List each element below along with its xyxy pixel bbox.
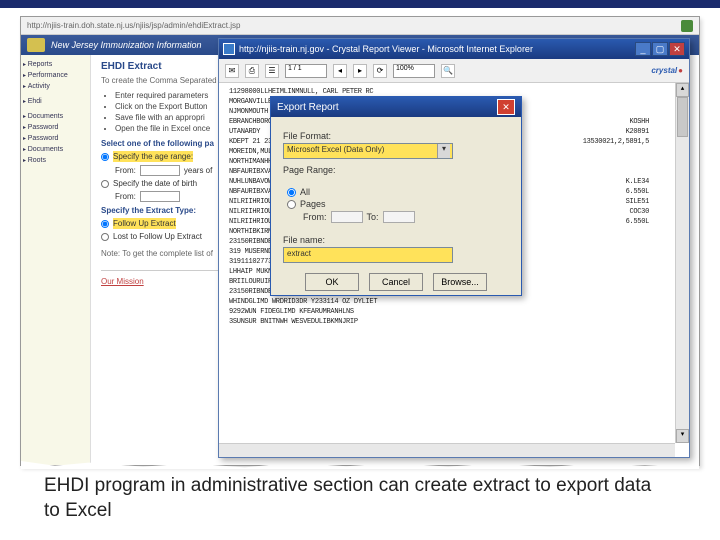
- refresh-icon[interactable]: ⟳: [373, 64, 387, 78]
- sidebar-item[interactable]: Performance: [23, 70, 88, 81]
- sidebar-item[interactable]: Password: [23, 122, 88, 133]
- slide-topbar: [0, 0, 720, 8]
- specify-age: Specify the age range:: [113, 151, 193, 162]
- page-indicator[interactable]: 1 / 1: [285, 64, 327, 78]
- range-to-input[interactable]: [383, 211, 415, 223]
- scroll-up-arrow[interactable]: ▴: [676, 83, 689, 97]
- range-pages-radio[interactable]: [287, 200, 296, 209]
- range-pages-label: Pages: [300, 199, 326, 209]
- range-to-label: To:: [367, 212, 379, 222]
- from-label: From:: [115, 166, 136, 175]
- followup-radio[interactable]: [101, 220, 109, 228]
- sidebar-item[interactable]: Documents: [23, 144, 88, 155]
- specify-dob: Specify the date of birth: [113, 179, 197, 188]
- sidebar-item[interactable]: Ehdi: [23, 96, 88, 107]
- maximize-button[interactable]: ▢: [652, 42, 668, 56]
- crystal-logo: crystal: [651, 66, 683, 75]
- range-all-radio[interactable]: [287, 188, 296, 197]
- report-line: 9292WUN FIDEGLIMD KFEARUMRANHLNS: [229, 307, 683, 317]
- crv-toolbar: ✉ ⎙ ☰ 1 / 1 ◂ ▸ ⟳ 100% 🔍 crystal: [219, 59, 689, 83]
- browse-button[interactable]: Browse...: [433, 273, 487, 291]
- from-label2: From:: [115, 192, 136, 201]
- range-from-label: From:: [303, 212, 327, 222]
- address-bar[interactable]: http://njiis-train.doh.state.nj.us/njiis…: [21, 17, 699, 35]
- slide-caption: EHDI program in administrative section c…: [44, 473, 660, 524]
- dob-from-input[interactable]: [140, 191, 180, 202]
- address-text: http://njiis-train.doh.state.nj.us/njiis…: [27, 21, 240, 30]
- horizontal-scrollbar[interactable]: [219, 443, 675, 457]
- close-button[interactable]: ✕: [669, 42, 685, 56]
- lost-radio[interactable]: [101, 233, 109, 241]
- format-dropdown[interactable]: Microsoft Excel (Data Only): [283, 143, 453, 159]
- sidebar-item[interactable]: Documents: [23, 111, 88, 122]
- minimize-button[interactable]: _: [635, 42, 651, 56]
- lost-label: Lost to Follow Up Extract: [113, 232, 202, 241]
- crv-titlebar[interactable]: http://njiis-train.nj.gov - Crystal Repo…: [219, 39, 689, 59]
- export-titlebar[interactable]: Export Report ✕: [271, 97, 521, 117]
- export-close-button[interactable]: ✕: [497, 99, 515, 115]
- filename-field[interactable]: extract: [283, 247, 453, 263]
- ok-button[interactable]: OK: [305, 273, 359, 291]
- slide-body: http://njiis-train.doh.state.nj.us/njiis…: [0, 8, 720, 540]
- format-label: File Format:: [283, 131, 509, 141]
- sidebar-item[interactable]: Password: [23, 133, 88, 144]
- years-label: years of: [184, 166, 212, 175]
- dob-radio[interactable]: [101, 180, 109, 188]
- age-from-input[interactable]: [140, 165, 180, 176]
- crv-title-text: http://njiis-train.nj.gov - Crystal Repo…: [239, 44, 533, 54]
- report-line: 3SUNSUR BNITNWH WESVEDULIBKMNJRIP: [229, 317, 683, 327]
- prev-page-icon[interactable]: ◂: [333, 64, 347, 78]
- age-radio[interactable]: [101, 153, 109, 161]
- export-dialog: Export Report ✕ File Format: Microsoft E…: [270, 96, 522, 296]
- banner-title: New Jersey Immunization Information: [51, 40, 202, 50]
- next-page-icon[interactable]: ▸: [353, 64, 367, 78]
- filename-label: File name:: [283, 235, 509, 245]
- export-icon[interactable]: ✉: [225, 64, 239, 78]
- followup-label: Follow Up Extract: [113, 218, 176, 229]
- range-from-input[interactable]: [331, 211, 363, 223]
- zoom-select[interactable]: 100%: [393, 64, 435, 78]
- sidebar-item[interactable]: Reports: [23, 59, 88, 70]
- cancel-button[interactable]: Cancel: [369, 273, 423, 291]
- vertical-scrollbar[interactable]: ▴ ▾: [675, 83, 689, 443]
- go-button[interactable]: [681, 20, 693, 32]
- range-label: Page Range:: [283, 165, 509, 175]
- print-icon[interactable]: ⎙: [245, 64, 259, 78]
- search-icon[interactable]: 🔍: [441, 64, 455, 78]
- scroll-thumb[interactable]: [677, 97, 688, 137]
- ie-icon: [223, 43, 235, 55]
- export-title-text: Export Report: [277, 102, 339, 113]
- scroll-down-arrow[interactable]: ▾: [676, 429, 689, 443]
- sidebar-item[interactable]: Activity: [23, 81, 88, 92]
- toggle-tree-icon[interactable]: ☰: [265, 64, 279, 78]
- range-all-label: All: [300, 187, 310, 197]
- nj-logo: [27, 38, 45, 52]
- left-sidebar: Reports Performance Activity Ehdi Docume…: [21, 55, 91, 465]
- sidebar-item[interactable]: Roots: [23, 155, 88, 166]
